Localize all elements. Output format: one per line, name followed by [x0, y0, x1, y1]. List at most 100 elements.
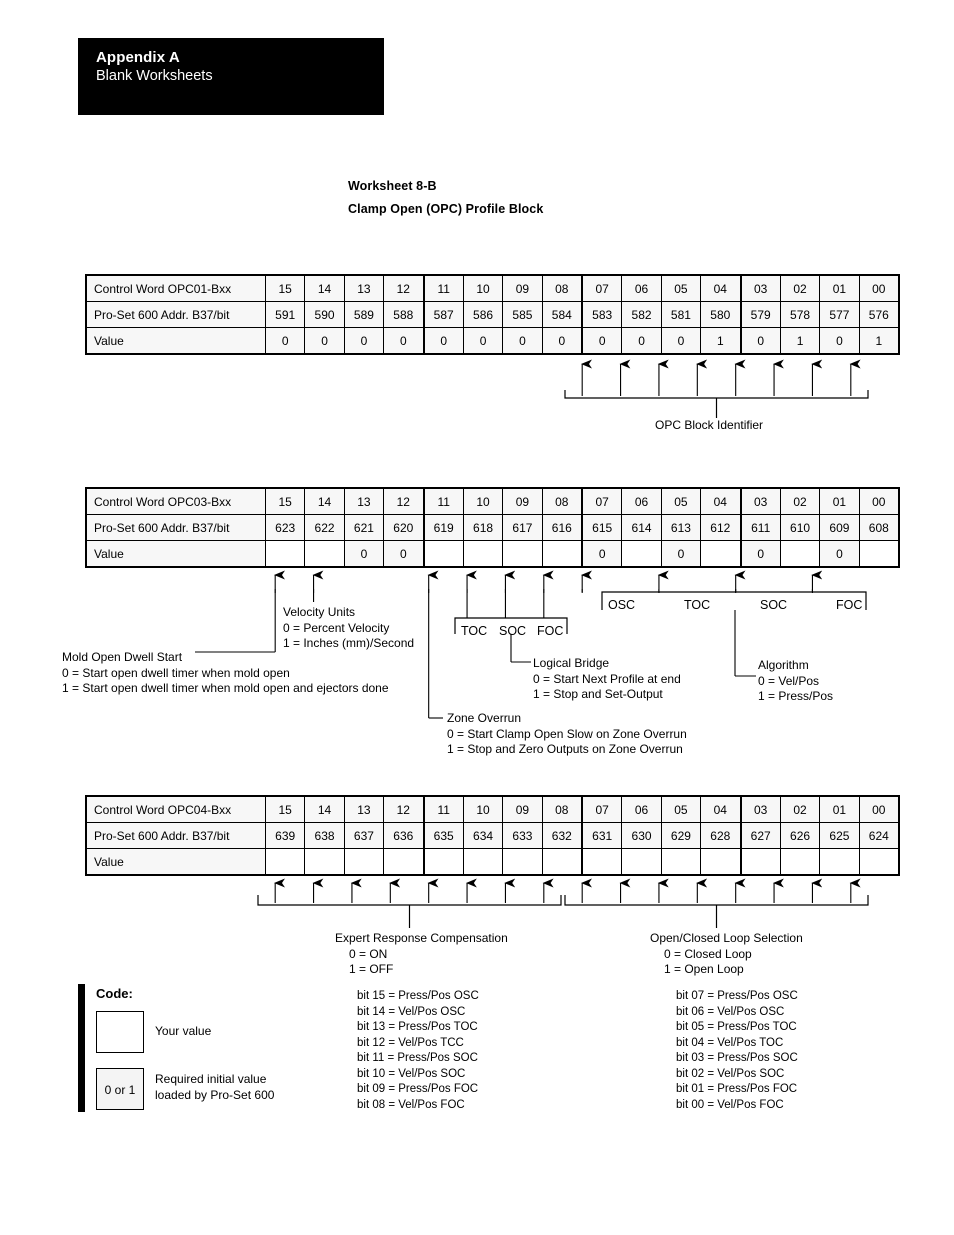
cell-value-bit15[interactable] [264, 540, 306, 568]
cell-value-bit11[interactable]: 0 [422, 327, 464, 355]
appendix-header: Appendix A Blank Worksheets [78, 38, 384, 115]
cell-value-bit02[interactable]: 1 [779, 327, 821, 355]
cell-value-bit07[interactable]: 0 [581, 540, 623, 568]
cell-control-word-bit07: 07 [581, 795, 623, 823]
cell-value-bit03[interactable]: 0 [739, 327, 781, 355]
cell-value-bit15[interactable]: 0 [264, 327, 306, 355]
cell-value-bit09[interactable] [502, 848, 543, 876]
cell-value-bit13[interactable]: 0 [343, 540, 385, 568]
cell-address-bit07: 615 [581, 514, 623, 541]
cell-address-bit08: 584 [541, 301, 583, 328]
cell-control-word-bit14: 14 [304, 795, 345, 823]
cell-value-bit12[interactable]: 0 [383, 327, 424, 355]
bit-list-left-item: bit 11 = Press/Pos SOC [357, 1052, 478, 1064]
worksheet-number: Worksheet 8-B [348, 179, 437, 193]
cell-value-bit02[interactable] [779, 540, 821, 568]
cell-address-bit04: 628 [700, 822, 741, 849]
cell-value-bit01[interactable]: 0 [819, 540, 860, 568]
bit-list-right-item: bit 03 = Press/Pos SOC [676, 1052, 798, 1064]
cell-value-bit08[interactable]: 0 [541, 327, 583, 355]
cell-value-bit10[interactable] [462, 540, 504, 568]
bit-list-left-item: bit 14 = Vel/Pos OSC [357, 1005, 466, 1018]
cell-value-bit14[interactable] [304, 540, 345, 568]
cell-address-bit00: 608 [858, 514, 900, 541]
table-row: Value 0 0 0 0 0 0 0 0 0 0 0 1 0 1 0 1 [85, 327, 900, 355]
cell-value-bit04[interactable]: 1 [700, 327, 741, 355]
cell-value-bit14[interactable]: 0 [304, 327, 345, 355]
table-row: Control Word OPC03-Bxx 15 14 13 12 11 10 09 08 07… [85, 487, 900, 515]
cell-value-bit01[interactable] [819, 848, 860, 876]
cell-address-bit09: 617 [502, 514, 543, 541]
cell-value-bit14[interactable] [304, 848, 345, 876]
cell-value-bit10[interactable]: 0 [462, 327, 504, 355]
cell-value-bit12[interactable]: 0 [383, 540, 424, 568]
cell-value-bit10[interactable] [462, 848, 504, 876]
cell-address-bit12: 636 [383, 822, 424, 849]
cell-value-bit09[interactable] [502, 540, 543, 568]
cell-control-word-bit14: 14 [304, 274, 345, 302]
cell-value-bit08[interactable] [541, 848, 583, 876]
cell-value-bit09[interactable]: 0 [502, 327, 543, 355]
cell-value-bit00[interactable]: 1 [858, 327, 900, 355]
cell-value-bit05[interactable]: 0 [660, 540, 702, 568]
cell-address-bit06: 582 [621, 301, 662, 328]
cell-control-word-bit11: 11 [422, 487, 464, 515]
cell-address-bit09: 633 [502, 822, 543, 849]
code-legend-title: Code: [96, 986, 133, 1001]
cell-value-bit07[interactable]: 0 [581, 327, 623, 355]
cell-value-bit00[interactable] [858, 848, 900, 876]
cell-control-word-bit03: 03 [739, 274, 781, 302]
bracket-opc-block-identifier [564, 390, 869, 399]
cell-control-word-bit14: 14 [304, 487, 345, 515]
cell-address-bit11: 635 [422, 822, 464, 849]
cell-control-word-bit10: 10 [462, 274, 504, 302]
code-legend-your-value-label: Your value [155, 1024, 212, 1038]
cell-value-bit03[interactable]: 0 [739, 540, 781, 568]
cell-value-bit15[interactable] [264, 848, 306, 876]
table-row: Control Word OPC01-Bxx 15 14 13 12 11 10 09 08 07… [85, 274, 900, 302]
code-legend-bar [78, 984, 85, 1112]
row-label-value: Value [85, 327, 266, 355]
cell-value-bit02[interactable] [779, 848, 821, 876]
cell-control-word-bit15: 15 [264, 795, 306, 823]
cell-control-word-bit12: 12 [383, 795, 424, 823]
cell-value-bit06[interactable]: 0 [621, 327, 662, 355]
cell-control-word-bit09: 09 [502, 487, 543, 515]
worksheet-page: Appendix A Blank Worksheets Worksheet 8-… [0, 0, 954, 1235]
bit-list-left-item: bit 13 = Press/Pos TOC [357, 1021, 478, 1033]
row-label-control-word: Control Word OPC01-Bxx [85, 274, 266, 302]
cell-value-bit11[interactable] [422, 540, 464, 568]
cell-value-bit06[interactable] [621, 540, 662, 568]
cell-address-bit15: 639 [264, 822, 306, 849]
annotation-algorithm: Algorithm 0 = Vel/Pos 1 = Press/Pos [758, 658, 834, 703]
bit-list-left-item: bit 10 = Vel/Pos SOC [357, 1067, 466, 1080]
cell-value-bit04[interactable] [700, 848, 741, 876]
cell-address-bit12: 588 [383, 301, 424, 328]
cell-value-bit07[interactable] [581, 848, 623, 876]
cell-value-bit06[interactable] [621, 848, 662, 876]
cell-control-word-bit10: 10 [462, 795, 504, 823]
bit-list-left-item: bit 09 = Press/Pos FOC [357, 1083, 479, 1095]
cell-control-word-bit04: 04 [700, 795, 741, 823]
cell-value-bit03[interactable] [739, 848, 781, 876]
cell-value-bit05[interactable] [660, 848, 702, 876]
cell-value-bit05[interactable]: 0 [660, 327, 702, 355]
cell-value-bit08[interactable] [541, 540, 583, 568]
annotation-mold-open-dwell-start: Mold Open Dwell Start 0 = Start open dwe… [62, 650, 389, 695]
annotation-logical-bridge: Logical Bridge 0 = Start Next Profile at… [533, 656, 681, 701]
cell-control-word-bit00: 00 [858, 795, 900, 823]
cell-value-bit04[interactable] [700, 540, 741, 568]
cell-value-bit13[interactable] [343, 848, 385, 876]
code-legend-initial-label-2: loaded by Pro-Set 600 [155, 1088, 275, 1102]
worksheet-name: Clamp Open (OPC) Profile Block [348, 202, 544, 216]
cell-value-bit00[interactable] [858, 540, 900, 568]
bit-list-right-item: bit 01 = Press/Pos FOC [676, 1083, 798, 1095]
table-row: Value [85, 848, 900, 876]
annotation-zone-overrun: Zone Overrun 0 = Start Clamp Open Slow o… [447, 711, 687, 756]
cell-value-bit12[interactable] [383, 848, 424, 876]
cell-value-bit13[interactable]: 0 [343, 327, 385, 355]
cell-address-bit14: 590 [304, 301, 345, 328]
row-label-address: Pro-Set 600 Addr. B37/bit [85, 301, 266, 328]
cell-value-bit11[interactable] [422, 848, 464, 876]
cell-value-bit01[interactable]: 0 [819, 327, 860, 355]
